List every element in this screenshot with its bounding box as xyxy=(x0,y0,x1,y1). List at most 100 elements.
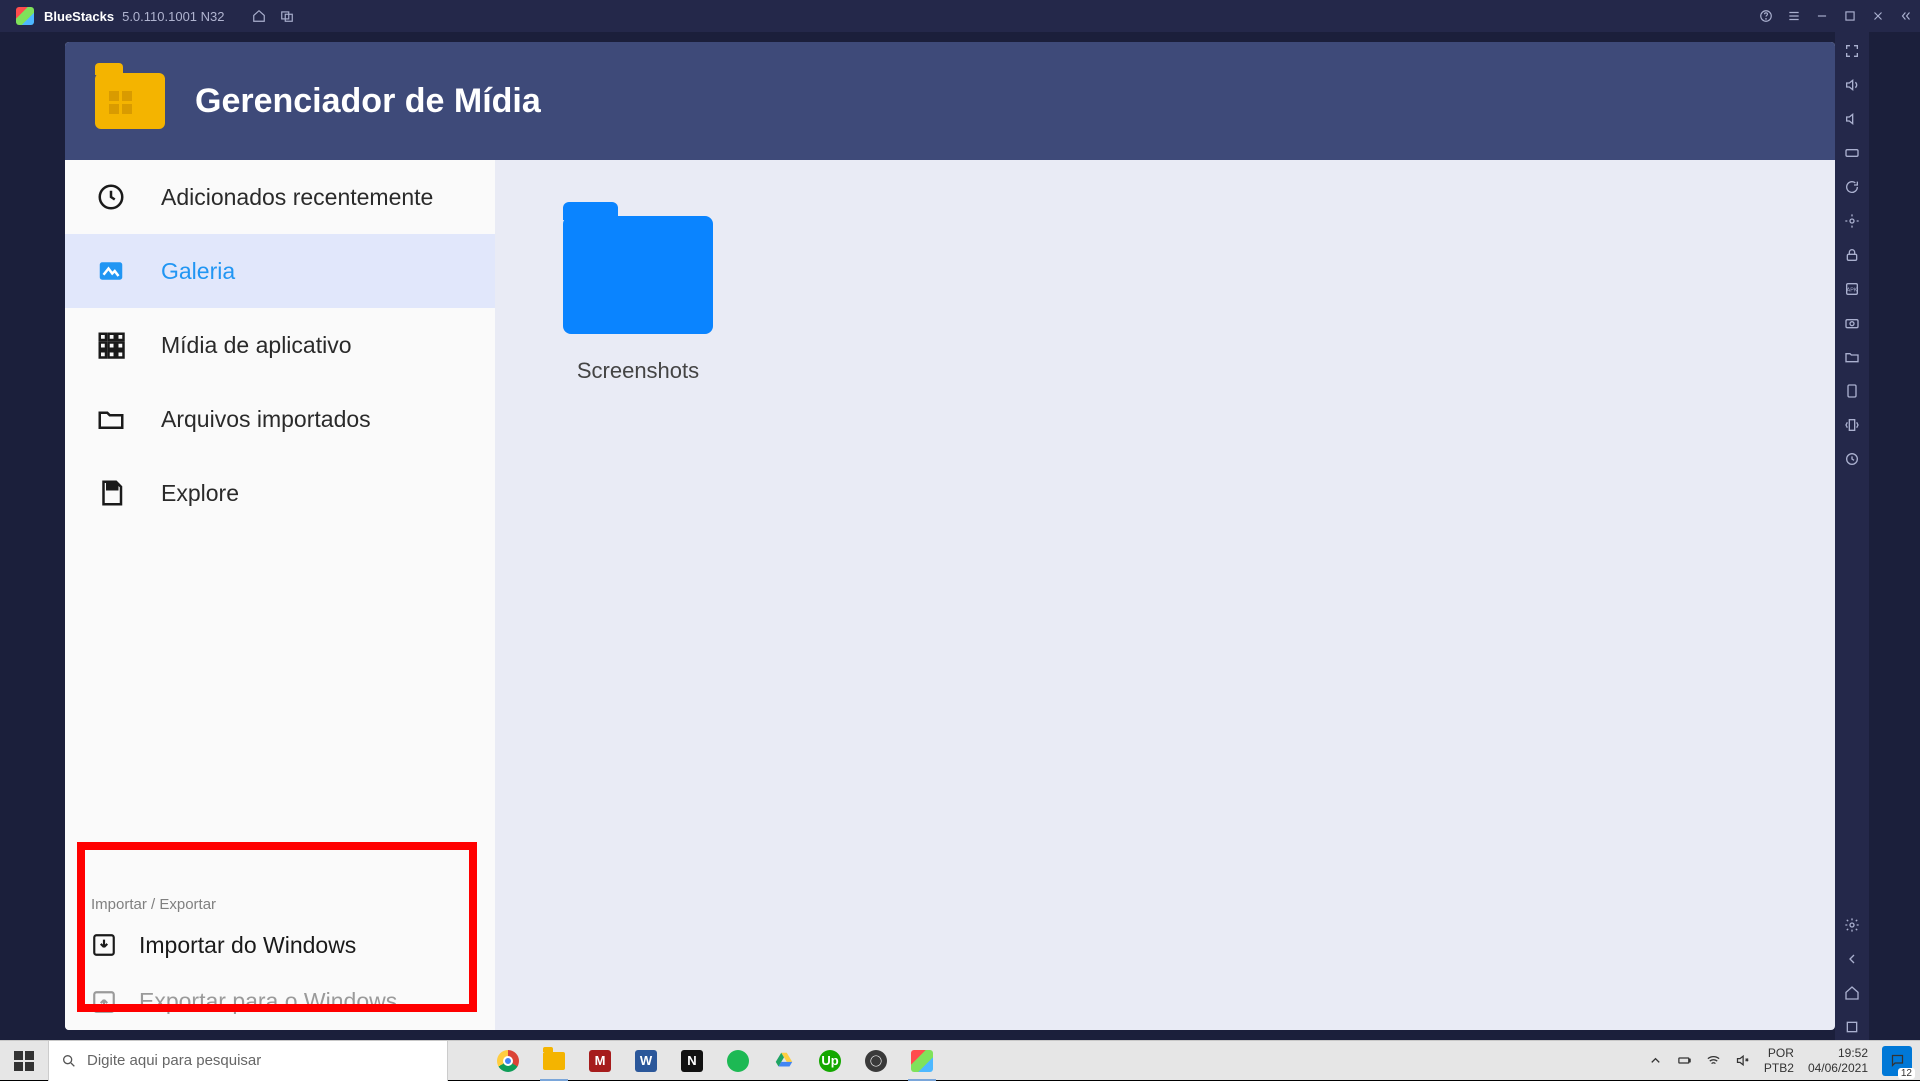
screenshot-button[interactable] xyxy=(1839,310,1865,336)
impexp-section-label: Importar / Exportar xyxy=(65,886,495,917)
app-title: Gerenciador de Mídia xyxy=(195,82,541,121)
taskbar-app-chrome[interactable] xyxy=(488,1041,528,1081)
recents-button[interactable] xyxy=(273,0,301,32)
upwork-icon: Up xyxy=(819,1050,841,1072)
folder-caption: Screenshots xyxy=(563,358,713,384)
taskbar-apps: M W N Up xyxy=(488,1041,942,1081)
media-manager-app: Gerenciador de Mídia Adicionados recente… xyxy=(65,42,1835,1030)
home-button[interactable] xyxy=(245,0,273,32)
chrome-icon xyxy=(497,1050,519,1072)
clock-icon xyxy=(96,182,126,212)
media-folder-button[interactable] xyxy=(1839,344,1865,370)
sidebar-item-imported[interactable]: Arquivos importados xyxy=(65,382,495,456)
wifi-icon[interactable] xyxy=(1706,1053,1721,1068)
notification-icon xyxy=(1890,1053,1905,1068)
bluestacks-logo-icon xyxy=(16,7,34,25)
tray-lang-line2: PTB2 xyxy=(1764,1061,1794,1075)
system-tray: POR PTB2 19:52 04/06/2021 12 xyxy=(1648,1041,1920,1081)
impexp-label: Exportar para o Windows xyxy=(139,987,397,1016)
search-placeholder: Digite aqui para pesquisar xyxy=(87,1052,261,1069)
import-icon xyxy=(91,932,117,958)
notion-icon: N xyxy=(681,1050,703,1072)
fullscreen-button[interactable] xyxy=(1839,38,1865,64)
home-nav-button[interactable] xyxy=(1839,980,1865,1006)
gallery-content: Screenshots xyxy=(495,160,1835,1030)
sidebar-item-label: Adicionados recentemente xyxy=(161,183,433,212)
bluestacks-window: BlueStacks 5.0.110.1001 N32 Gerenciador … xyxy=(0,0,1920,1040)
macro-button[interactable] xyxy=(1839,446,1865,472)
taskbar-app-file-explorer[interactable] xyxy=(534,1041,574,1081)
back-button[interactable] xyxy=(1839,946,1865,972)
file-explorer-icon xyxy=(543,1052,565,1070)
tray-lang[interactable]: POR PTB2 xyxy=(1764,1046,1794,1075)
search-icon xyxy=(61,1053,77,1069)
import-from-windows-button[interactable]: Importar do Windows xyxy=(65,917,495,974)
hamburger-menu-button[interactable] xyxy=(1780,0,1808,32)
word-icon: W xyxy=(635,1050,657,1072)
tray-chevron-icon[interactable] xyxy=(1648,1053,1663,1068)
image-icon xyxy=(96,256,126,286)
taskbar-app-mendeley[interactable]: M xyxy=(580,1041,620,1081)
bluestacks-icon xyxy=(911,1050,933,1072)
folder-outline-icon xyxy=(96,404,126,434)
tray-clock[interactable]: 19:52 04/06/2021 xyxy=(1808,1046,1868,1075)
collapse-rail-button[interactable] xyxy=(1892,0,1920,32)
sidebar: Adicionados recentemente Galeria Mídia d… xyxy=(65,160,495,1030)
mendeley-icon: M xyxy=(589,1050,611,1072)
notification-count: 12 xyxy=(1898,1068,1915,1079)
minimize-button[interactable] xyxy=(1808,0,1836,32)
taskbar-app-upwork[interactable]: Up xyxy=(810,1041,850,1081)
taskbar-app-notion[interactable]: N xyxy=(672,1041,712,1081)
bluestacks-side-rail: APK xyxy=(1835,32,1869,1040)
keymap-button[interactable] xyxy=(1839,140,1865,166)
windows-taskbar: Digite aqui para pesquisar M W N Up POR … xyxy=(0,1040,1920,1080)
tray-date: 04/06/2021 xyxy=(1808,1061,1868,1075)
app-folder-icon xyxy=(95,73,165,129)
taskbar-app-drive[interactable] xyxy=(764,1041,804,1081)
spotify-icon xyxy=(727,1050,749,1072)
export-icon xyxy=(91,989,117,1015)
apps-grid-icon xyxy=(96,330,126,360)
sidebar-item-app-media[interactable]: Mídia de aplicativo xyxy=(65,308,495,382)
bluestacks-version: 5.0.110.1001 N32 xyxy=(122,9,224,24)
help-button[interactable] xyxy=(1752,0,1780,32)
sidebar-item-explore[interactable]: Explore xyxy=(65,456,495,530)
svg-text:APK: APK xyxy=(1847,288,1858,294)
maximize-button[interactable] xyxy=(1836,0,1864,32)
sidebar-item-label: Galeria xyxy=(161,257,235,286)
install-apk-button[interactable]: APK xyxy=(1839,276,1865,302)
app-header: Gerenciador de Mídia xyxy=(65,42,1835,160)
taskbar-search[interactable]: Digite aqui para pesquisar xyxy=(48,1041,448,1081)
recents-nav-button[interactable] xyxy=(1839,1014,1865,1040)
sync-button[interactable] xyxy=(1839,174,1865,200)
taskbar-app-word[interactable]: W xyxy=(626,1041,666,1081)
volume-mute-icon[interactable] xyxy=(1735,1053,1750,1068)
shake-button[interactable] xyxy=(1839,412,1865,438)
sidebar-item-label: Mídia de aplicativo xyxy=(161,331,352,360)
start-button[interactable] xyxy=(0,1041,48,1081)
google-drive-icon xyxy=(773,1050,795,1072)
sidebar-item-recent[interactable]: Adicionados recentemente xyxy=(65,160,495,234)
export-to-windows-button[interactable]: Exportar para o Windows xyxy=(65,973,495,1030)
volume-up-button[interactable] xyxy=(1839,72,1865,98)
location-button[interactable] xyxy=(1839,208,1865,234)
taskbar-app-bluestacks[interactable] xyxy=(902,1041,942,1081)
close-button[interactable] xyxy=(1864,0,1892,32)
battery-icon[interactable] xyxy=(1677,1053,1692,1068)
taskbar-app-xbox[interactable] xyxy=(856,1041,896,1081)
rotate-button[interactable] xyxy=(1839,378,1865,404)
lock-cursor-button[interactable] xyxy=(1839,242,1865,268)
folder-screenshots[interactable]: Screenshots xyxy=(563,216,713,384)
taskbar-app-spotify[interactable] xyxy=(718,1041,758,1081)
bluestacks-name: BlueStacks xyxy=(44,9,114,24)
action-center-button[interactable]: 12 xyxy=(1882,1046,1912,1076)
sidebar-item-label: Arquivos importados xyxy=(161,405,371,434)
tray-lang-line1: POR xyxy=(1764,1046,1794,1060)
sidebar-item-label: Explore xyxy=(161,479,239,508)
volume-down-button[interactable] xyxy=(1839,106,1865,132)
xbox-icon xyxy=(865,1050,887,1072)
sd-card-icon xyxy=(96,478,126,508)
sidebar-item-gallery[interactable]: Galeria xyxy=(65,234,495,308)
bluestacks-body: Gerenciador de Mídia Adicionados recente… xyxy=(0,32,1920,1040)
settings-button[interactable] xyxy=(1839,912,1865,938)
